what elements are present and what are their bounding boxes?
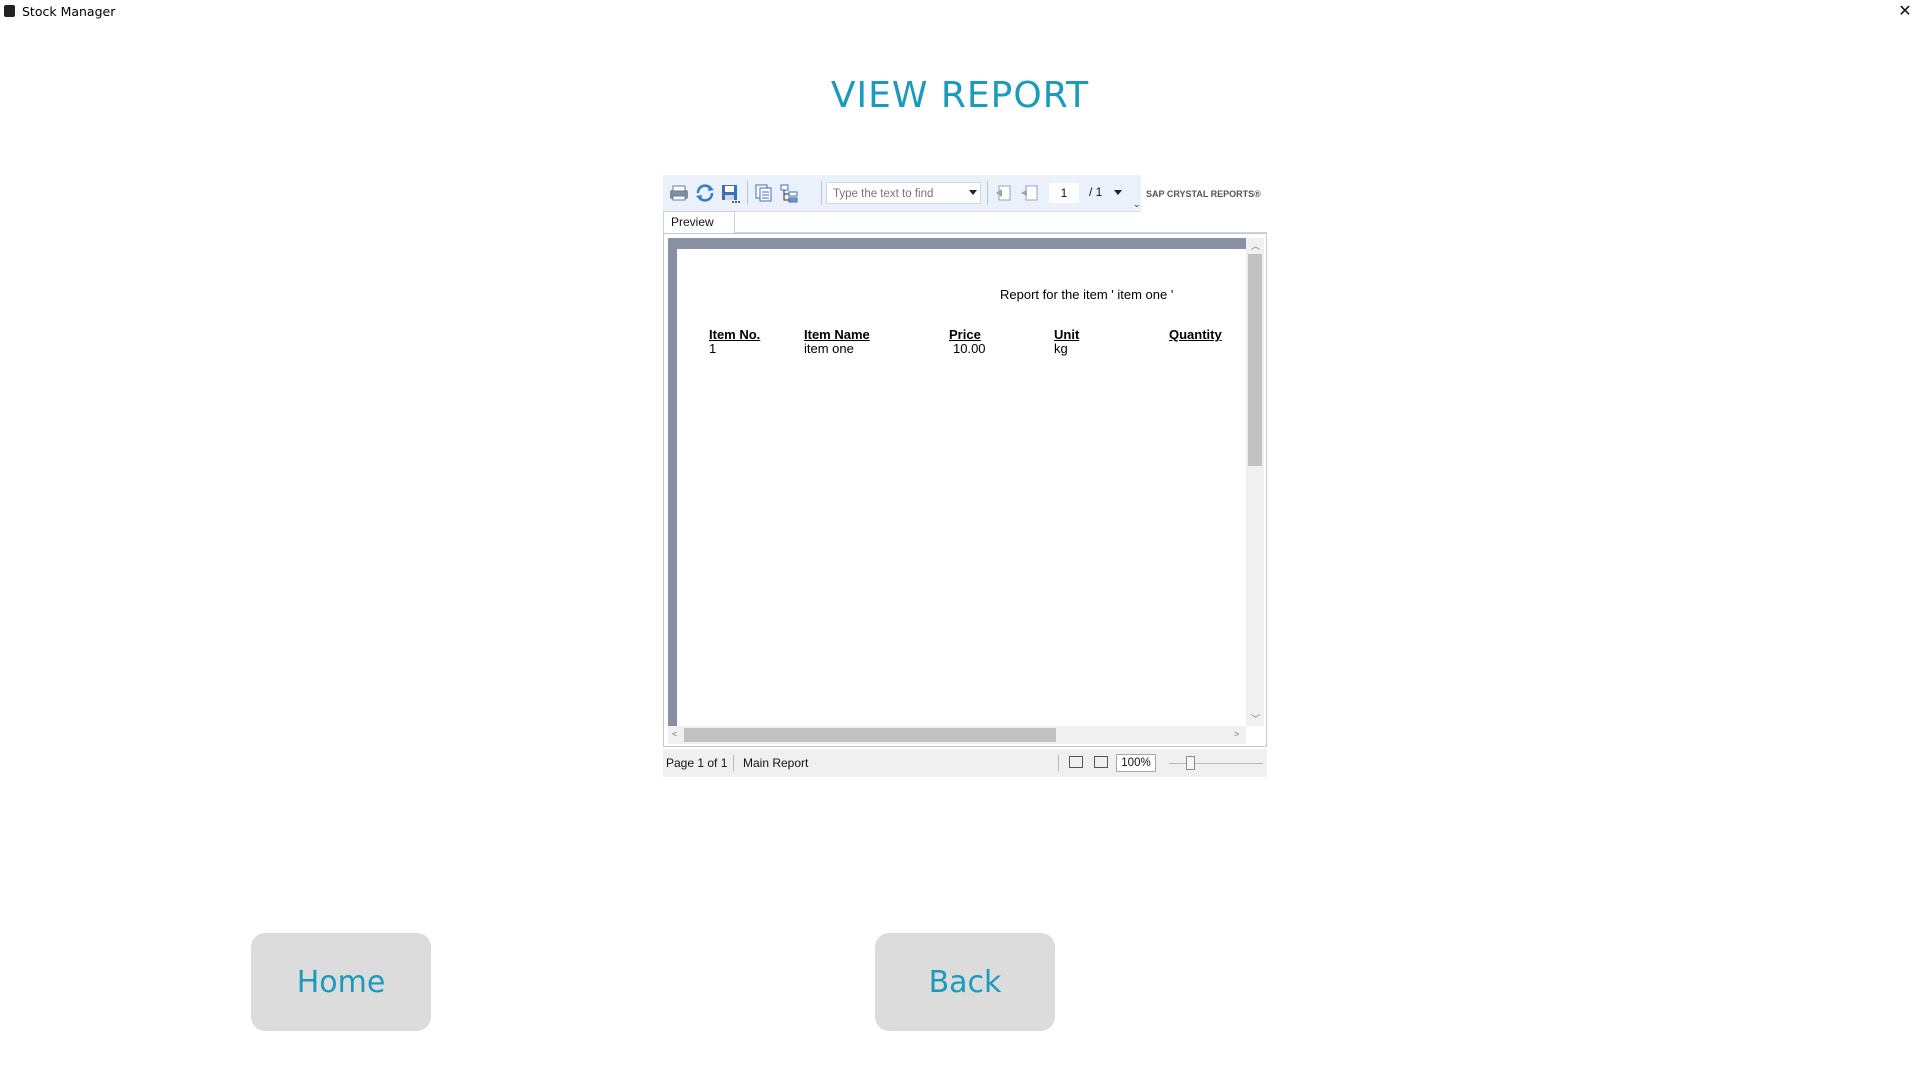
- column-header-item-no: Item No.: [709, 327, 761, 342]
- viewer-toolbar: 1 / 1 ⌄: [663, 175, 1141, 212]
- report-frame: Report for the item ' item one ' Item No…: [663, 233, 1267, 747]
- cell-item-name: item one: [804, 341, 854, 356]
- close-button[interactable]: ✕: [1890, 0, 1920, 22]
- page-dropdown-icon[interactable]: [1114, 190, 1122, 195]
- window-title: Stock Manager: [22, 4, 116, 19]
- page-width-icon[interactable]: [1069, 756, 1083, 768]
- column-header-item-name: Item Name: [804, 327, 870, 342]
- copy-icon[interactable]: [751, 181, 775, 205]
- cell-price: 10.00: [953, 341, 986, 356]
- cell-item-no: 1: [709, 341, 717, 356]
- page-status: Page 1 of 1: [666, 756, 728, 770]
- report-title: Report for the item ' item one ': [1000, 287, 1174, 302]
- tab-preview[interactable]: Preview: [663, 211, 735, 233]
- cell-unit: kg: [1054, 341, 1068, 356]
- whole-page-icon[interactable]: [1094, 756, 1108, 768]
- export-icon[interactable]: [718, 181, 742, 205]
- scroll-up-icon[interactable]: ︿: [1251, 239, 1260, 252]
- column-header-unit: Unit: [1054, 327, 1080, 342]
- sap-logo: SAP CRYSTAL REPORTS®: [1146, 189, 1261, 199]
- horizontal-scroll-thumb[interactable]: [684, 728, 1056, 742]
- scroll-down-icon[interactable]: ﹀: [1251, 712, 1260, 725]
- page-number-input[interactable]: 1: [1049, 183, 1079, 203]
- report-canvas: Report for the item ' item one ' Item No…: [668, 238, 1246, 726]
- page-title: VIEW REPORT: [830, 75, 1090, 116]
- find-dropdown-icon[interactable]: [969, 190, 977, 195]
- find-field[interactable]: [826, 182, 981, 204]
- scroll-left-icon[interactable]: <: [672, 729, 677, 739]
- vertical-scrollbar[interactable]: ︿ ﹀: [1246, 238, 1264, 726]
- column-header-quantity: Quantity: [1169, 327, 1222, 342]
- title-bar: Stock Manager ✕: [0, 0, 1920, 24]
- zoom-slider-track[interactable]: [1169, 763, 1263, 764]
- report-name-status: Main Report: [743, 756, 809, 770]
- refresh-icon[interactable]: [693, 181, 717, 205]
- app-icon: [4, 5, 15, 17]
- zoom-level[interactable]: 100%: [1116, 754, 1156, 772]
- home-button[interactable]: Home: [251, 933, 431, 1031]
- back-button[interactable]: Back: [875, 933, 1055, 1031]
- scroll-right-icon[interactable]: >: [1234, 729, 1239, 739]
- page-total: / 1: [1089, 185, 1103, 199]
- group-tree-icon[interactable]: [777, 181, 801, 205]
- status-bar: Page 1 of 1 Main Report 100%: [663, 749, 1267, 777]
- vertical-scroll-thumb[interactable]: [1248, 254, 1262, 466]
- find-input[interactable]: [831, 184, 963, 204]
- first-page-icon[interactable]: [992, 181, 1016, 205]
- zoom-slider-knob[interactable]: [1186, 756, 1195, 770]
- report-page: Report for the item ' item one ' Item No…: [677, 249, 1246, 726]
- toolbar-overflow-icon[interactable]: ⌄: [1133, 199, 1141, 210]
- horizontal-scrollbar[interactable]: < >: [668, 726, 1246, 744]
- report-viewer: 1 / 1 ⌄ SAP CRYSTAL REPORTS® Preview Rep…: [663, 175, 1267, 777]
- previous-page-icon[interactable]: [1018, 181, 1042, 205]
- print-icon[interactable]: [667, 181, 691, 205]
- column-header-price: Price: [949, 327, 981, 342]
